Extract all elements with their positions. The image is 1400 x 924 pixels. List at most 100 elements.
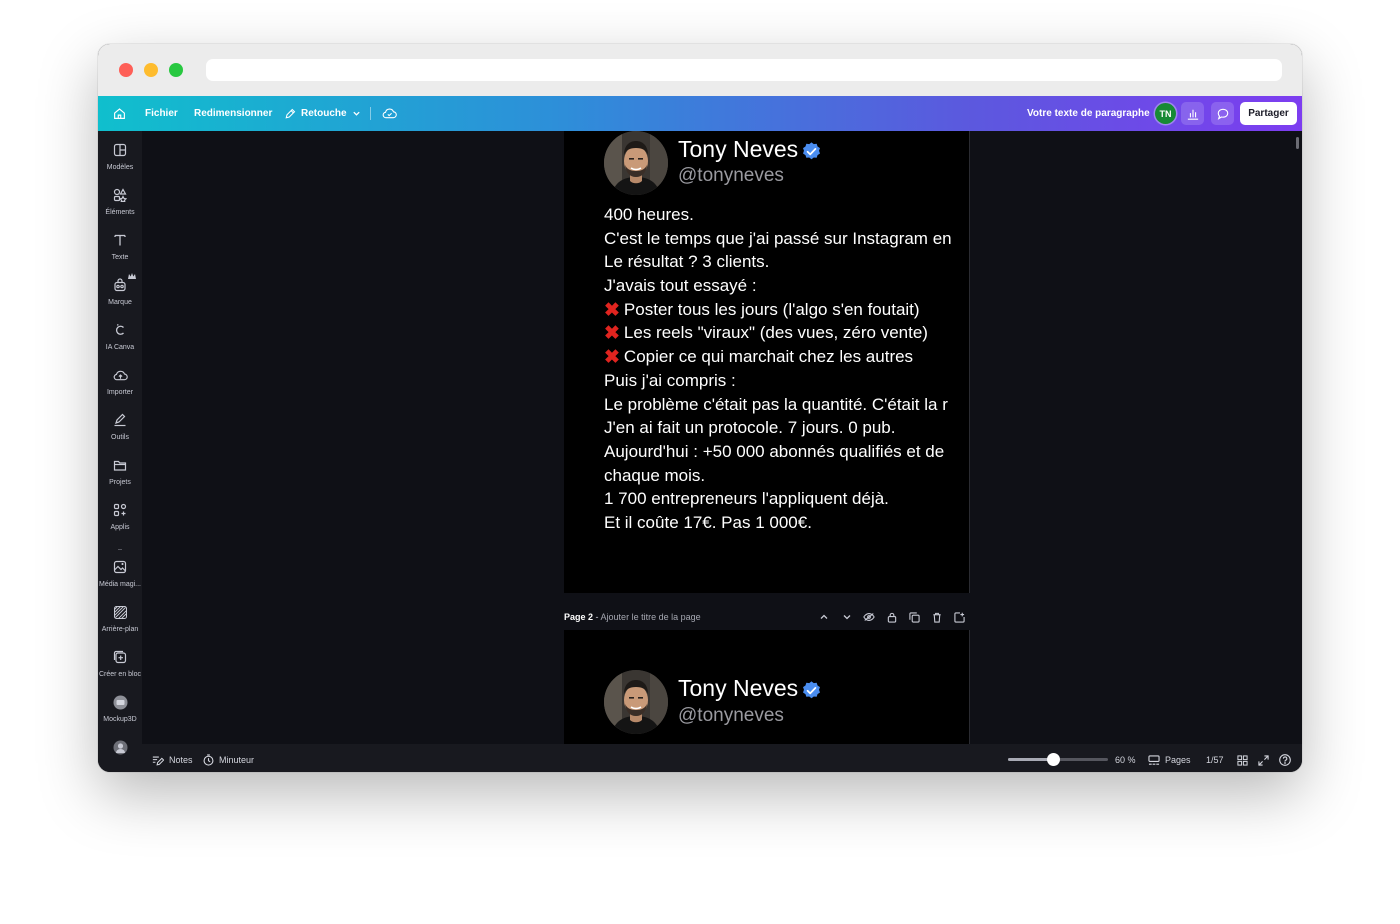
- resize-menu[interactable]: Redimensionner: [194, 96, 272, 131]
- background-icon: [112, 604, 128, 620]
- profile-name: Tony Neves: [678, 136, 799, 162]
- sidebar-item-background[interactable]: Arrière-plan: [98, 601, 142, 645]
- document-title-text: Votre texte de paragraphe: [1027, 108, 1150, 119]
- user-avatar[interactable]: TN: [1155, 103, 1176, 124]
- browser-titlebar: [98, 44, 1302, 97]
- sidebar-item-label: Mockup3D: [103, 716, 137, 723]
- sidebar-item-import[interactable]: Importer: [98, 364, 142, 408]
- apps-icon: [112, 502, 128, 518]
- draw-tool-icon: [112, 412, 128, 428]
- fullscreen-button[interactable]: [1258, 744, 1269, 772]
- timer-icon: [203, 754, 214, 766]
- cross-mark-icon: ✖: [604, 347, 620, 369]
- add-page-button[interactable]: [952, 610, 966, 624]
- file-menu[interactable]: Fichier: [145, 96, 178, 131]
- insights-button[interactable]: [1181, 102, 1204, 125]
- post-text-line-content: 400 heures.: [604, 205, 694, 224]
- sidebar-item-canva-ai[interactable]: IA Canva: [98, 319, 142, 363]
- magic-media-icon: [112, 559, 128, 575]
- maximize-window-button[interactable]: [169, 63, 183, 77]
- sidebar-item-elements[interactable]: Éléments: [98, 184, 142, 228]
- duplicate-icon: [908, 611, 920, 623]
- verified-badge-icon: [803, 681, 820, 699]
- add-page-icon: [953, 611, 965, 623]
- help-icon: [1279, 754, 1291, 766]
- zoom-level-button[interactable]: 60 %: [1115, 744, 1136, 772]
- duplicate-page-button[interactable]: [907, 610, 921, 624]
- verified-badge-icon: [803, 142, 820, 160]
- post-text-line: 1 700 entrepreneurs l'appliquent déjà.: [604, 487, 969, 511]
- page-counter: 1/57: [1206, 744, 1224, 772]
- left-sidebar: Modèles Éléments Texte Marque IA Canva I…: [98, 131, 142, 772]
- post-text-line-content: chaque mois.: [604, 465, 706, 485]
- post-text-block[interactable]: 400 heures. C'est le temps que j'ai passé…: [604, 203, 969, 535]
- sidebar-item-app-extra[interactable]: [98, 736, 142, 772]
- close-window-button[interactable]: [119, 63, 133, 77]
- sidebar-item-tools[interactable]: Outils: [98, 409, 142, 453]
- notes-button[interactable]: Notes: [152, 744, 193, 772]
- cross-mark-icon: ✖: [604, 323, 620, 345]
- ai-icon: [112, 322, 128, 338]
- post-text-line-content: Poster tous les jours (l'algo s'en fouta…: [623, 299, 920, 319]
- sidebar-item-magic-media[interactable]: Média magi...: [98, 556, 142, 600]
- pages-button[interactable]: Pages: [1148, 744, 1191, 772]
- post-text-line: Aujourd'hui : +50 000 abonnés qualifiés …: [604, 440, 969, 464]
- canvas-scrollbar[interactable]: [1296, 137, 1299, 149]
- page-number-label: Page 2: [564, 612, 594, 622]
- chevron-down-icon: [843, 615, 851, 620]
- comment-icon: [1217, 108, 1228, 120]
- document-title[interactable]: Votre texte de paragraphe: [1027, 96, 1150, 131]
- profile-handle: @tonyneves: [678, 705, 784, 726]
- grid-view-button[interactable]: [1237, 744, 1248, 772]
- profile-handle: @tonyneves: [678, 165, 784, 186]
- sidebar-item-label: Arrière-plan: [101, 626, 139, 633]
- post-text-line: ✖ Les reels "viraux" (des vues, zéro vent…: [604, 321, 969, 345]
- sidebar-item-bulk-create[interactable]: Créer en bloc: [98, 646, 142, 690]
- page-counter-label: 1/57: [1206, 755, 1224, 765]
- post-text-line-content: Le problème c'était pas la quantité. C'é…: [604, 394, 948, 414]
- move-page-up-button[interactable]: [817, 610, 831, 624]
- sidebar-item-mockup3d[interactable]: Mockup3D: [98, 691, 142, 735]
- share-button[interactable]: Partager: [1240, 102, 1297, 125]
- portrait-image: [604, 131, 668, 195]
- lock-icon: [887, 612, 897, 623]
- minimize-window-button[interactable]: [144, 63, 158, 77]
- page-title-area[interactable]: Page 2 - Ajouter le titre de la page: [564, 612, 701, 622]
- edit-mode-dropdown[interactable]: Retouche: [284, 96, 361, 131]
- notes-label: Notes: [169, 755, 193, 765]
- lock-page-button[interactable]: [885, 610, 899, 624]
- sidebar-item-brand[interactable]: Marque: [98, 273, 142, 318]
- sidebar-item-apps[interactable]: Applis: [98, 499, 142, 543]
- address-bar[interactable]: [206, 59, 1282, 81]
- sidebar-item-label: Texte: [111, 254, 129, 261]
- post-text-line-content: 1 700 entrepreneurs l'appliquent déjà.: [604, 489, 889, 509]
- help-button[interactable]: [1279, 744, 1291, 772]
- sidebar-item-templates[interactable]: Modèles: [98, 139, 142, 183]
- sidebar-item-label: Applis: [110, 524, 130, 531]
- profile-photo[interactable]: [604, 131, 668, 195]
- home-button[interactable]: [113, 96, 126, 131]
- page-title-placeholder[interactable]: Ajouter le titre de la page: [601, 612, 701, 622]
- post-text-line-content: J'avais tout essayé :: [604, 276, 757, 296]
- design-canvas[interactable]: Tony Neves @tonyneves 400 heures. C'est l…: [142, 131, 1294, 744]
- timer-button[interactable]: Minuteur: [203, 744, 254, 772]
- post-text-line-content: Aujourd'hui : +50 000 abonnés qualifiés …: [604, 441, 945, 461]
- zoom-slider[interactable]: [1008, 753, 1108, 766]
- hide-page-button[interactable]: [862, 610, 876, 624]
- expand-icon: [1258, 754, 1269, 766]
- edit-mode-label: Retouche: [301, 108, 347, 119]
- cloud-save-status[interactable]: [382, 96, 397, 131]
- move-page-down-button[interactable]: [840, 610, 854, 624]
- delete-page-button[interactable]: [930, 610, 944, 624]
- sidebar-item-label: Outils: [111, 434, 129, 441]
- design-page-1[interactable]: Tony Neves @tonyneves 400 heures. C'est l…: [564, 131, 970, 593]
- sidebar-item-text[interactable]: Texte: [98, 229, 142, 273]
- browser-window: Fichier Redimensionner Retouche Votre te…: [98, 44, 1302, 772]
- design-page-2[interactable]: Tony Neves @tonyneves: [564, 630, 970, 744]
- post-text-line: ✖ Poster tous les jours (l'algo s'en fout…: [604, 298, 969, 322]
- zoom-slider-handle[interactable]: [1047, 753, 1060, 766]
- sidebar-item-projects[interactable]: Projets: [98, 454, 142, 498]
- profile-photo[interactable]: [604, 670, 668, 734]
- mockup-icon: [112, 694, 128, 710]
- comments-button[interactable]: [1211, 102, 1234, 125]
